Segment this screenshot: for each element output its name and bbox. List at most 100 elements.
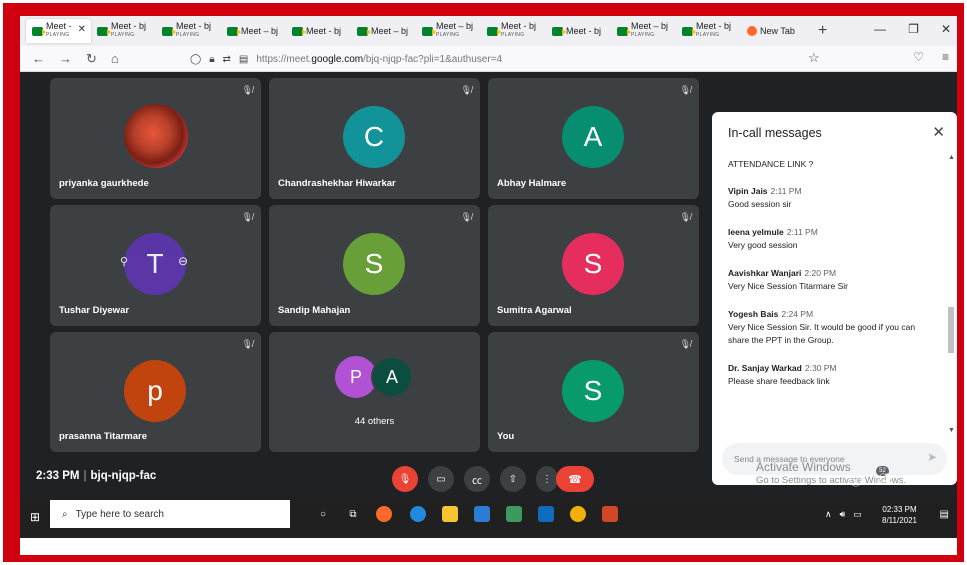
others-tile[interactable]: P A 44 others [269, 332, 480, 452]
mail-icon[interactable] [474, 506, 490, 522]
message-text: Please share feedback link [728, 376, 830, 386]
browser-tab-bar: Meet - PLAYING ✕ Meet - bj PLAYING Meet -… [20, 16, 957, 46]
meeting-code: bjq-njqp-fac [90, 470, 157, 482]
pocket-icon[interactable]: ♡ [913, 50, 924, 64]
avatar: p [124, 360, 186, 422]
minimize-icon[interactable]: — [874, 22, 886, 36]
chat-scrollbar[interactable]: ▲ ▼ [947, 152, 955, 434]
end-call-button[interactable]: ☎︎ [556, 466, 594, 492]
participant-tile[interactable]: 🎙︎̸ p prasanna Titarmare [50, 332, 261, 452]
browser-tab[interactable]: Meet - bj PLAYING [481, 19, 546, 43]
browser-tab[interactable]: Meet - bj [546, 19, 611, 43]
store-icon[interactable] [538, 506, 554, 522]
camera-toggle-button[interactable]: ▭ [428, 466, 454, 492]
browser-tab[interactable]: Meet – bj [351, 19, 416, 43]
mic-muted-icon: 🎙︎̸ [241, 339, 253, 349]
chat-icon[interactable]: 💬︎ [909, 472, 924, 489]
close-chat-icon[interactable]: ✕ [932, 123, 945, 141]
avatar: S [562, 233, 624, 295]
separator: | [83, 470, 87, 482]
shield-icon[interactable]: ◯ [190, 54, 201, 65]
browser-tab[interactable]: Meet - bj PLAYING [156, 19, 221, 43]
avatar: C [343, 106, 405, 168]
self-tile[interactable]: 🎙︎̸ S You [488, 332, 699, 452]
browser-tab[interactable]: Meet - bj PLAYING [676, 19, 741, 43]
permissions-icon[interactable]: ⇄ [223, 54, 231, 65]
mic-muted-icon: 🎙︎̸ [460, 212, 472, 222]
volume-icon[interactable]: 🔊︎ [840, 509, 846, 520]
info-icon[interactable]: ⓘ [850, 472, 862, 489]
scroll-up-icon[interactable]: ▲ [948, 154, 955, 161]
remove-icon[interactable]: ⊖ [178, 254, 188, 268]
meet-favicon-icon [32, 26, 46, 36]
browser-tab[interactable]: Meet – bj PLAYING [611, 19, 676, 43]
participant-tile[interactable]: 🎙︎̸ T ⚲ ⊖ Tushar Diyewar [50, 205, 261, 326]
message-sender: Aavishkar Wanjari [728, 268, 802, 278]
tab-title: Meet - bj [501, 22, 537, 31]
more-options-icon[interactable]: ⋮ [536, 466, 558, 492]
windows-start-icon[interactable]: ⊞ [30, 510, 40, 524]
tab-title: Meet – bj [436, 22, 474, 31]
back-arrow-icon[interactable]: ← [32, 51, 45, 67]
close-window-icon[interactable]: ✕ [941, 22, 951, 36]
browser-tab[interactable]: Meet – bj [221, 19, 286, 43]
bookmark-star-icon[interactable]: ☆ [808, 50, 820, 66]
meet-favicon-icon [162, 26, 176, 36]
address-bar[interactable]: ◯ 🔒︎ ⇄ ▤ https://meet.google.com/bjq-njq… [190, 49, 830, 69]
message-time: 2:11 PM [786, 227, 818, 237]
message-time: 2:24 PM [781, 309, 814, 319]
present-button[interactable]: ⇧ [500, 466, 526, 492]
participant-name: You [497, 431, 515, 442]
forward-arrow-icon[interactable]: → [59, 51, 72, 67]
notification-icon[interactable]: ▤ [940, 509, 949, 520]
file-explorer-icon[interactable] [442, 506, 458, 522]
lock-icon[interactable]: 🔒︎ [209, 54, 214, 65]
scroll-down-icon[interactable]: ▼ [948, 427, 955, 434]
participant-tile[interactable]: 🎙︎̸ S Sumitra Agarwal [488, 205, 699, 326]
participant-tile[interactable]: 🎙︎̸ S Sandip Mahajan [269, 205, 480, 326]
home-icon[interactable]: ⌂ [111, 51, 119, 67]
mic-toggle-button[interactable]: 🎙︎ [392, 466, 418, 492]
captions-button[interactable]: ㏄ [464, 466, 490, 492]
powerpoint-icon[interactable] [602, 506, 618, 522]
avatar: A [371, 356, 413, 398]
network-icon[interactable]: ▭ [853, 509, 862, 520]
tray-chevron-icon[interactable]: ∧ [825, 509, 832, 520]
chrome-icon[interactable] [570, 506, 586, 522]
reader-icon[interactable]: ▤ [239, 54, 248, 65]
reload-icon[interactable]: ↻ [86, 51, 97, 67]
tab-close-icon[interactable]: ✕ [78, 24, 86, 35]
taskbar-search[interactable]: ⌕ Type here to search [50, 500, 290, 528]
pin-icon[interactable]: ⚲ [120, 255, 128, 268]
new-tab[interactable]: New Tab [741, 19, 806, 43]
menu-icon[interactable]: ≡ [942, 50, 949, 64]
new-tab-plus-icon[interactable]: + [818, 22, 827, 40]
tab-playing-label: PLAYING [631, 32, 655, 38]
scrollbar-thumb[interactable] [948, 307, 954, 353]
task-view-icon[interactable]: ⧉ [345, 506, 361, 522]
browser-tab[interactable]: Meet - PLAYING ✕ [26, 19, 91, 43]
meet-favicon-icon [487, 26, 501, 36]
participant-tile[interactable]: 🎙︎̸ priyanka gaurkhede [50, 78, 261, 199]
taskbar-date: 8/11/2021 [882, 516, 917, 525]
browser-tab[interactable]: Meet - bj [286, 19, 351, 43]
taskbar-clock[interactable]: 02:33 PM 8/11/2021 [882, 504, 917, 526]
restore-icon[interactable]: ❐ [908, 22, 919, 36]
browser-tab[interactable]: Meet – bj PLAYING [416, 19, 481, 43]
edge-icon[interactable] [410, 506, 426, 522]
tab-title: Meet – bj [241, 26, 279, 36]
activities-icon[interactable]: ⚙︎ [940, 472, 951, 489]
mic-muted-icon: 🎙︎̸ [460, 85, 472, 95]
people-icon[interactable]: 👥︎ [878, 472, 893, 489]
message-sender: Yogesh Bais [728, 309, 779, 319]
search-icon: ⌕ [62, 508, 68, 520]
cortana-icon[interactable]: ○ [315, 506, 331, 522]
participant-tile[interactable]: 🎙︎̸ A Abhay Halmare [488, 78, 699, 199]
message-sender: Dr. Sanjay Warkad [728, 363, 802, 373]
excel-icon[interactable] [506, 506, 522, 522]
browser-tab[interactable]: Meet - bj PLAYING [91, 19, 156, 43]
participant-tile[interactable]: 🎙︎̸ C Chandrashekhar Hiwarkar [269, 78, 480, 199]
meet-favicon-icon [682, 26, 696, 36]
firefox-icon[interactable] [376, 506, 392, 522]
url-text[interactable]: https://meet.google.com/bjq-njqp-fac?pli… [256, 54, 502, 65]
